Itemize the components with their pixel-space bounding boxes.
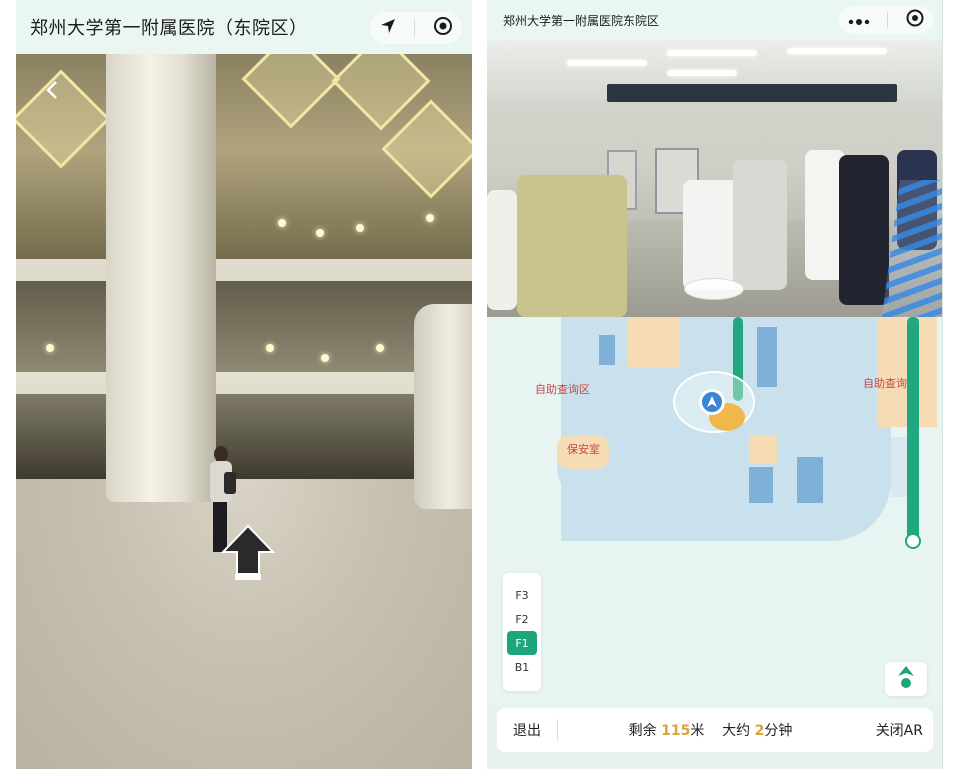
capsule-divider bbox=[414, 19, 416, 37]
top-bar: 郑州大学第一附属医院（东院区） bbox=[16, 0, 472, 54]
pedestrian bbox=[683, 180, 739, 290]
ceiling-light bbox=[376, 344, 384, 352]
ar-direction-arrows bbox=[882, 180, 942, 317]
ceiling-light bbox=[567, 60, 647, 66]
ceiling-light bbox=[316, 229, 324, 237]
ceiling-light bbox=[321, 354, 329, 362]
top-bar: 郑州大学第一附属医院东院区 bbox=[487, 0, 942, 40]
floor-item[interactable]: F3 bbox=[503, 583, 541, 607]
map-room bbox=[599, 335, 615, 365]
more-dots-icon[interactable] bbox=[848, 11, 870, 30]
route-info: 剩余 115米 大约 2分钟 bbox=[558, 720, 863, 740]
ceiling-light bbox=[46, 344, 54, 352]
remaining-distance: 115 bbox=[661, 723, 691, 739]
floor-item[interactable]: F2 bbox=[503, 607, 541, 631]
pedestrian bbox=[839, 155, 889, 305]
route-end-marker bbox=[905, 533, 921, 549]
remaining-unit: 米 bbox=[690, 723, 705, 739]
indoor-map[interactable]: 自助查询区 保安室 自助查询区 F3 F2 F1 B1 bbox=[487, 317, 942, 705]
floor-item-active[interactable]: F1 bbox=[507, 631, 537, 655]
right-phone-screen: 郑州大学第一附属医院东院区 自助查询区 保安室 自助查询区 F3 F2 F1 B… bbox=[487, 0, 943, 769]
direction-sign bbox=[607, 84, 897, 102]
record-target-icon[interactable] bbox=[905, 8, 925, 32]
left-phone-screen: 郑州大学第一附属医院（东院区） bbox=[16, 0, 472, 769]
lobby-floor bbox=[16, 479, 472, 769]
ceiling-light bbox=[426, 214, 434, 222]
map-room bbox=[749, 435, 777, 463]
user-position-arrow-icon bbox=[699, 389, 725, 415]
locate-me-icon bbox=[894, 664, 918, 694]
floor-item[interactable]: B1 bbox=[503, 655, 541, 679]
lobby-column bbox=[106, 54, 216, 502]
panorama-view[interactable] bbox=[16, 54, 472, 769]
capsule-actions bbox=[839, 6, 933, 34]
floor-selector: F3 F2 F1 B1 bbox=[503, 573, 541, 691]
pedestrian bbox=[733, 160, 787, 290]
ceiling-light bbox=[787, 48, 887, 54]
ceiling-light bbox=[278, 219, 286, 227]
approx-unit: 分钟 bbox=[764, 723, 793, 739]
pedestrian bbox=[517, 175, 627, 317]
close-ar-button[interactable]: 关闭AR bbox=[863, 720, 933, 740]
map-label-self-service: 自助查询区 bbox=[535, 383, 590, 396]
navigation-arrow-icon[interactable] bbox=[378, 16, 398, 40]
ceiling-light bbox=[266, 344, 274, 352]
map-room bbox=[757, 327, 777, 387]
locate-me-button[interactable] bbox=[885, 662, 927, 696]
capsule-divider bbox=[886, 12, 888, 28]
lobby-column bbox=[414, 304, 472, 509]
balcony-rail bbox=[16, 259, 472, 281]
capsule-actions bbox=[370, 12, 462, 44]
balcony-rail bbox=[16, 372, 472, 394]
ceiling-light bbox=[356, 224, 364, 232]
ar-navigation-bar: 退出 剩余 115米 大约 2分钟 关闭AR bbox=[497, 708, 933, 752]
pedestrian bbox=[487, 190, 517, 310]
remaining-label: 剩余 bbox=[628, 723, 657, 739]
map-room bbox=[627, 317, 679, 367]
ar-camera-view bbox=[487, 40, 942, 317]
page-title: 郑州大学第一附属医院（东院区） bbox=[30, 18, 308, 39]
page-title: 郑州大学第一附属医院东院区 bbox=[503, 13, 660, 28]
ar-position-marker bbox=[684, 278, 744, 300]
approx-time: 2 bbox=[754, 723, 765, 739]
map-room bbox=[797, 457, 823, 503]
approx-label: 大约 bbox=[722, 723, 751, 739]
map-label-security-room: 保安室 bbox=[567, 443, 600, 456]
ceiling-light bbox=[667, 70, 737, 76]
exit-button[interactable]: 退出 bbox=[497, 720, 557, 740]
chevron-left-icon[interactable] bbox=[42, 78, 62, 102]
map-room bbox=[749, 467, 773, 503]
ceiling-light bbox=[667, 50, 757, 56]
navigation-route bbox=[907, 317, 919, 541]
record-target-icon[interactable] bbox=[432, 15, 454, 41]
forward-arrow-icon[interactable] bbox=[220, 524, 276, 582]
